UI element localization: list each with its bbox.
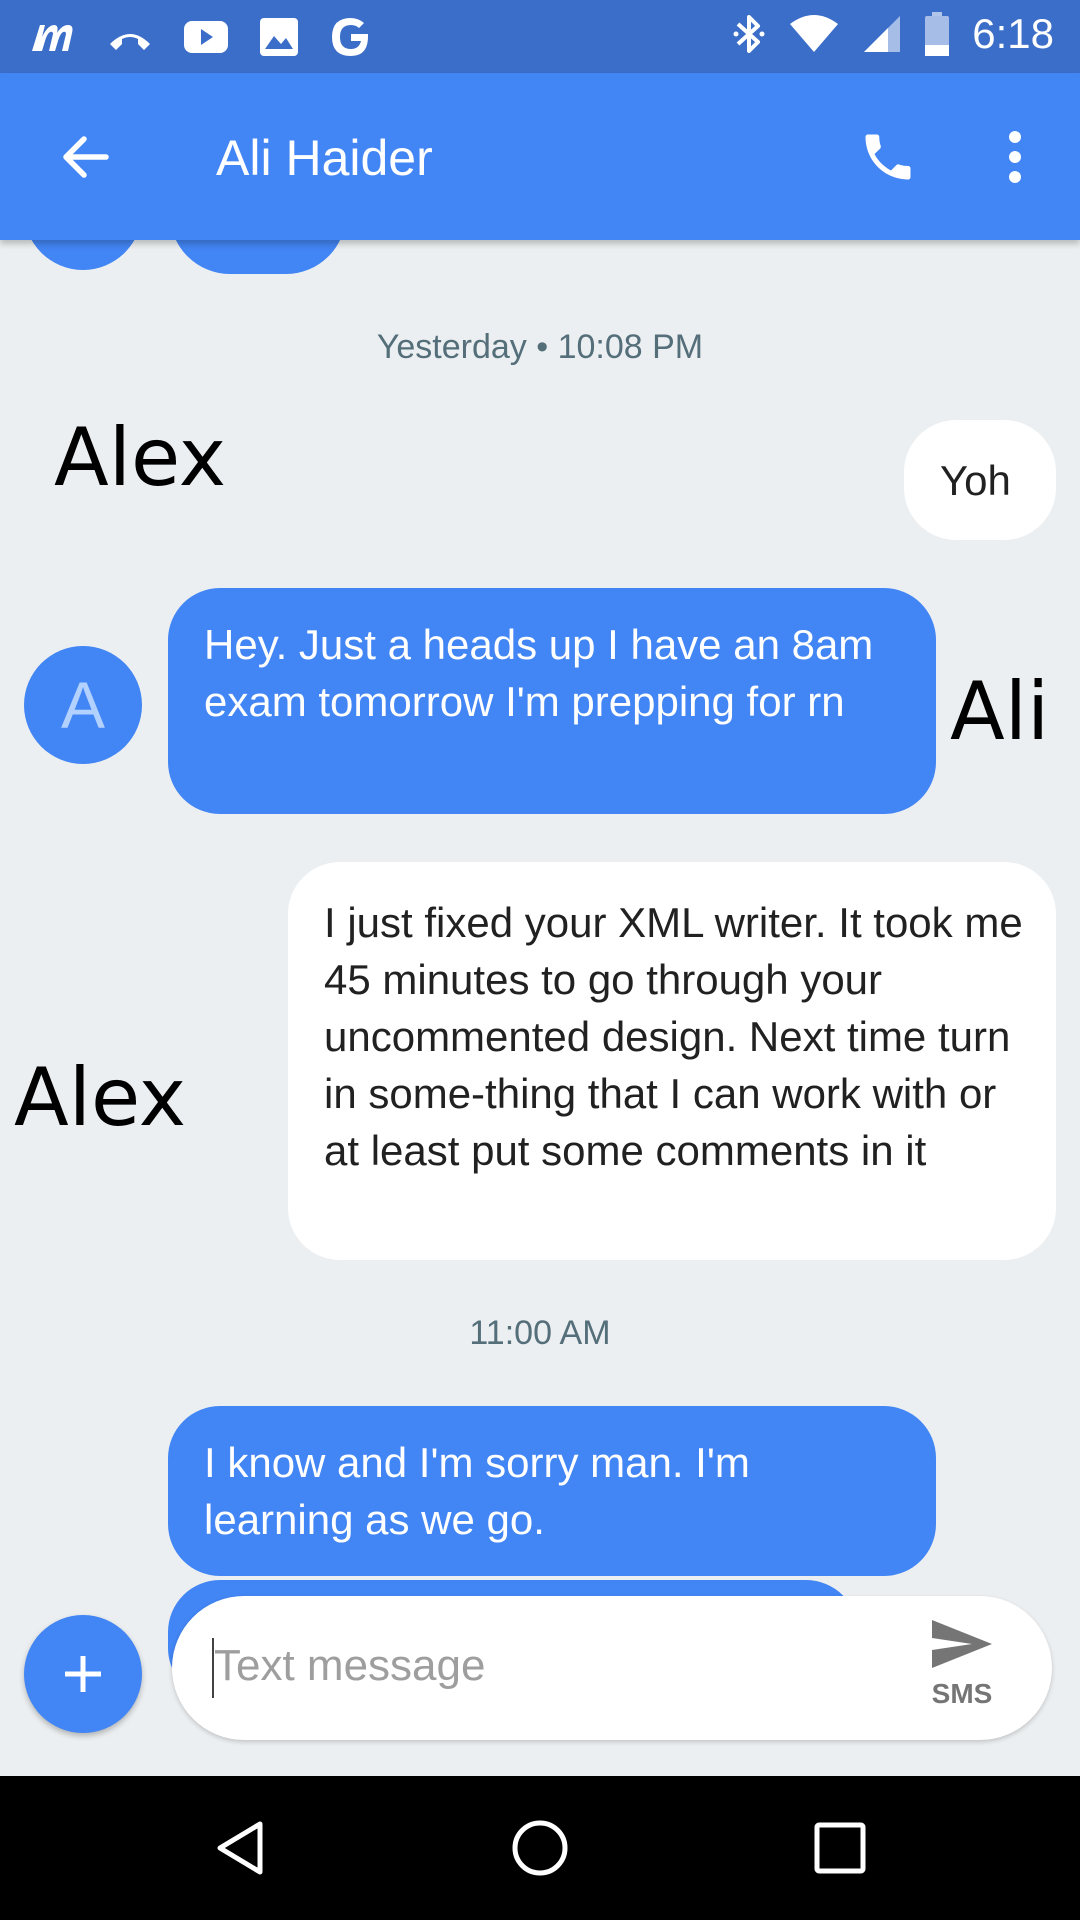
compose-bar: SMS: [0, 1580, 1080, 1776]
timestamp: Yesterday • 10:08 PM: [376, 328, 704, 366]
message-text: I know and I'm sorry man. I'm learning a…: [204, 1439, 750, 1543]
message-input[interactable]: [214, 1631, 914, 1701]
nav-recents-button[interactable]: [800, 1808, 880, 1888]
message-bubble-outgoing[interactable]: I just fixed your XML writer. It took me…: [288, 862, 1056, 1260]
back-triangle-icon: [217, 1821, 263, 1875]
image-icon: [258, 16, 300, 58]
message-bubble-partial: [170, 240, 346, 274]
status-bar: 6:18: [0, 0, 1080, 73]
avatar: [24, 240, 142, 270]
page-title: Ali Haider: [216, 130, 433, 186]
message-bubble-outgoing[interactable]: Yoh: [904, 420, 1056, 540]
missed-call-icon: [106, 22, 154, 52]
more-options-button[interactable]: [990, 117, 1040, 197]
annotation-label: Alex: [14, 1051, 187, 1144]
recents-square-icon: [814, 1822, 866, 1874]
back-button[interactable]: [48, 119, 124, 195]
wifi-icon: [788, 14, 840, 54]
avatar[interactable]: A: [24, 646, 142, 764]
nav-home-button[interactable]: [500, 1808, 580, 1888]
message-bubble-incoming[interactable]: Hey. Just a heads up I have an 8am exam …: [168, 588, 936, 814]
message-text: Hey. Just a heads up I have an 8am exam …: [204, 621, 874, 725]
nav-back-button[interactable]: [200, 1808, 280, 1888]
clock: 6:18: [972, 10, 1054, 57]
arrow-back-icon: [63, 136, 109, 178]
message-text: Yoh: [940, 457, 1011, 504]
bluetooth-icon: [732, 11, 766, 57]
annotation-label: Alex: [54, 411, 227, 504]
app-bar: Ali Haider: [0, 73, 1080, 240]
messenger-icon: [28, 17, 78, 57]
phone-icon: [865, 134, 911, 180]
conversation-list[interactable]: Yesterday • 10:08 PM Alex Yoh A Hey. Jus…: [0, 240, 1080, 1776]
add-icon: [65, 1656, 101, 1692]
message-text: I just fixed your XML writer. It took me…: [324, 899, 1023, 1174]
home-circle-icon: [512, 1820, 568, 1876]
system-icons: 6:18: [732, 10, 1054, 58]
annotation-label: Ali: [950, 665, 1050, 758]
google-icon: [328, 14, 374, 60]
timestamp: 11:00 AM: [469, 1314, 611, 1352]
youtube-icon: [182, 19, 230, 55]
message-bubble-incoming[interactable]: I know and I'm sorry man. I'm learning a…: [168, 1406, 936, 1576]
notification-icons: [28, 14, 374, 60]
battery-icon: [924, 11, 950, 57]
send-label: SMS: [931, 1678, 993, 1709]
add-attachment-button[interactable]: [24, 1615, 142, 1733]
message-field[interactable]: SMS: [172, 1596, 1052, 1740]
send-icon: [932, 1620, 992, 1668]
signal-icon: [862, 14, 902, 54]
call-button[interactable]: [848, 117, 928, 197]
more-vert-icon: [1009, 131, 1021, 183]
navigation-bar: [0, 1776, 1080, 1920]
send-button[interactable]: SMS: [912, 1616, 1012, 1726]
avatar-letter: A: [60, 668, 106, 742]
